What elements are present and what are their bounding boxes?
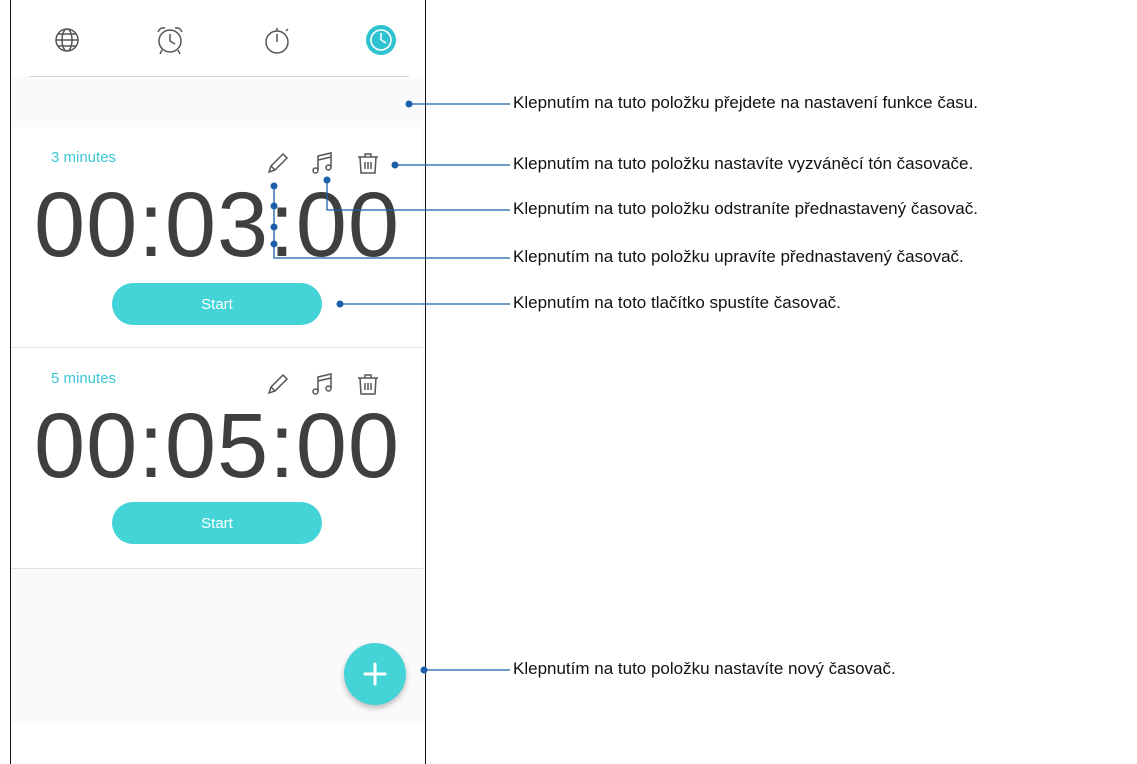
callout-edit: Klepnutím na tuto položku upravíte předn…: [513, 247, 964, 266]
callout-lines: [270, 100, 510, 674]
callout-ringtone: Klepnutím na tuto položku nastavíte vyzv…: [513, 154, 974, 173]
callout-settings: Klepnutím na tuto položku přejdete na na…: [513, 93, 978, 112]
callout-delete: Klepnutím na tuto položku odstraníte pře…: [513, 199, 978, 218]
callout-add: Klepnutím na tuto položku nastavíte nový…: [513, 659, 896, 678]
callout-start: Klepnutím na toto tlačítko spustíte časo…: [513, 293, 841, 312]
